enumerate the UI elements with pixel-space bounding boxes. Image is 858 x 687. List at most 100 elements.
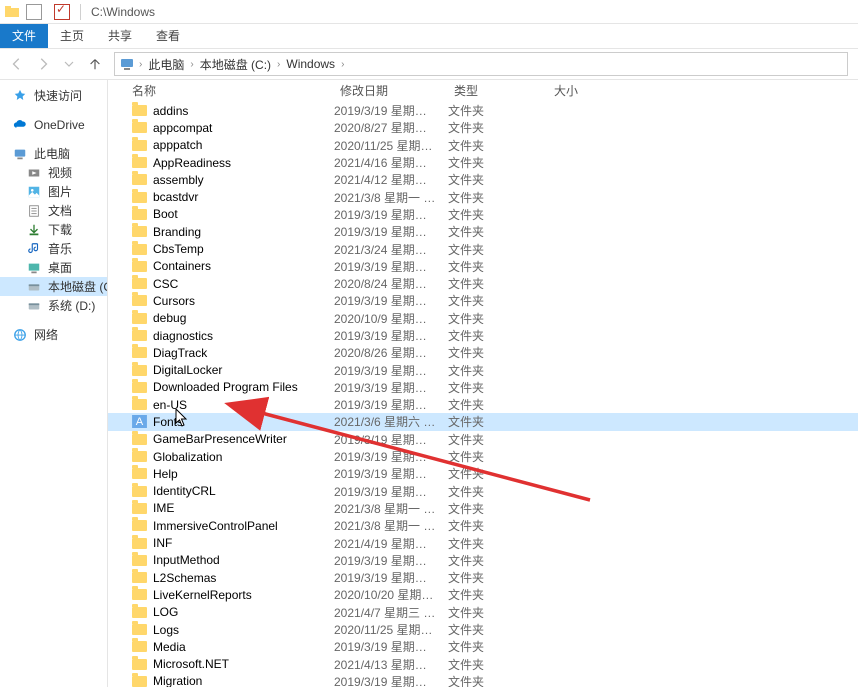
breadcrumb[interactable]: › 此电脑 › 本地磁盘 (C:) › Windows › — [114, 52, 848, 76]
sidebar-item[interactable]: 视频 — [0, 163, 107, 182]
file-row[interactable]: appcompat2020/8/27 星期四 8:47文件夹 — [108, 119, 858, 136]
file-row[interactable]: bcastdvr2021/3/8 星期一 8:17文件夹 — [108, 188, 858, 205]
nav-forward-button[interactable] — [32, 53, 54, 75]
ribbon-tabs: 文件主页共享查看 — [0, 24, 858, 48]
folder-icon — [132, 157, 147, 168]
column-header-type[interactable]: 类型 — [448, 80, 478, 102]
file-name: DigitalLocker — [153, 363, 222, 377]
file-date: 2020/11/25 星期三 1... — [334, 137, 436, 154]
file-name: Logs — [153, 623, 179, 637]
file-row[interactable]: DigitalLocker2019/3/19 星期二 19:...文件夹 — [108, 361, 858, 378]
sidebar-item[interactable]: 桌面 — [0, 258, 107, 277]
file-row[interactable]: ImmersiveControlPanel2021/3/8 星期一 8:17文件… — [108, 517, 858, 534]
file-row[interactable]: GameBarPresenceWriter2019/3/19 星期二 12:..… — [108, 431, 858, 448]
file-row[interactable]: assembly2021/4/12 星期一 14:...文件夹 — [108, 171, 858, 188]
nav-back-button[interactable] — [6, 53, 28, 75]
drive-icon — [26, 279, 42, 295]
separator — [80, 4, 81, 20]
file-row[interactable]: CSC2020/8/24 星期一 10:...文件夹 — [108, 275, 858, 292]
drive-icon — [26, 241, 42, 257]
file-row[interactable]: CbsTemp2021/3/24 星期三 10:...文件夹 — [108, 240, 858, 257]
sidebar-label: OneDrive — [34, 118, 85, 132]
file-row[interactable]: apppatch2020/11/25 星期三 1...文件夹 — [108, 137, 858, 154]
file-list[interactable]: addins2019/3/19 星期二 12:...文件夹appcompat20… — [108, 102, 858, 687]
sidebar-item[interactable]: 图片 — [0, 182, 107, 201]
file-row[interactable]: Branding2019/3/19 星期二 12:...文件夹 — [108, 223, 858, 240]
file-date: 2019/3/19 星期二 12:... — [334, 223, 436, 240]
file-row[interactable]: Help2019/3/19 星期二 19:...文件夹 — [108, 465, 858, 482]
column-header-size[interactable]: 大小 — [548, 80, 578, 102]
file-date: 2019/3/19 星期二 12:... — [334, 483, 436, 500]
file-name: assembly — [153, 173, 204, 187]
file-row[interactable]: InputMethod2019/3/19 星期二 12:...文件夹 — [108, 552, 858, 569]
folder-icon — [132, 555, 147, 566]
sidebar-label: 下载 — [48, 221, 72, 238]
file-date: 2021/4/16 星期五 10:... — [334, 154, 436, 171]
file-row[interactable]: addins2019/3/19 星期二 12:...文件夹 — [108, 102, 858, 119]
main-area: 快速访问 OneDrive 此电脑 视频图片文档下载音乐桌面本地磁盘 (C:)系… — [0, 80, 858, 687]
file-row[interactable]: en-US2019/3/19 星期二 19:...文件夹 — [108, 396, 858, 413]
ribbon-tab-主页[interactable]: 主页 — [48, 24, 96, 48]
folder-icon — [132, 641, 147, 652]
chevron-right-icon: › — [275, 59, 282, 70]
nav-dropdown-button[interactable] — [58, 53, 80, 75]
file-row[interactable]: L2Schemas2019/3/19 星期二 12:...文件夹 — [108, 569, 858, 586]
folder-icon — [132, 399, 147, 410]
file-name: IdentityCRL — [153, 484, 216, 498]
breadcrumb-item[interactable]: Windows — [282, 57, 339, 71]
file-date: 2019/3/19 星期二 12:... — [334, 638, 436, 655]
file-row[interactable]: DiagTrack2020/8/26 星期三 18:...文件夹 — [108, 344, 858, 361]
file-row[interactable]: LOG2021/4/7 星期三 16:15文件夹 — [108, 604, 858, 621]
qat-checkbox-1[interactable] — [26, 4, 42, 20]
file-type: 文件夹 — [448, 431, 484, 448]
file-row[interactable]: AppReadiness2021/4/16 星期五 10:...文件夹 — [108, 154, 858, 171]
file-row[interactable]: INF2021/4/19 星期一 14:...文件夹 — [108, 534, 858, 551]
file-row[interactable]: Containers2019/3/19 星期二 20:...文件夹 — [108, 258, 858, 275]
sidebar-quick-access[interactable]: 快速访问 — [0, 86, 107, 105]
file-name: debug — [153, 311, 186, 325]
folder-icon — [132, 140, 147, 151]
file-type: 文件夹 — [448, 500, 484, 517]
ribbon-tab-共享[interactable]: 共享 — [96, 24, 144, 48]
column-header-name[interactable]: 名称 — [126, 80, 156, 102]
file-date: 2021/3/8 星期一 8:17 — [334, 500, 436, 517]
sidebar-onedrive[interactable]: OneDrive — [0, 115, 107, 134]
breadcrumb-item[interactable]: 本地磁盘 (C:) — [196, 56, 275, 73]
file-row[interactable]: IdentityCRL2019/3/19 星期二 12:...文件夹 — [108, 483, 858, 500]
file-row[interactable]: Cursors2019/3/19 星期二 12:...文件夹 — [108, 292, 858, 309]
file-row[interactable]: Boot2019/3/19 星期二 12:...文件夹 — [108, 206, 858, 223]
file-date: 2021/4/19 星期一 14:... — [334, 535, 436, 552]
column-header-date[interactable]: 修改日期 — [334, 80, 388, 102]
file-row[interactable]: debug2020/10/9 星期五 15:...文件夹 — [108, 310, 858, 327]
sidebar-label: 视频 — [48, 164, 72, 181]
file-type: 文件夹 — [448, 344, 484, 361]
file-row[interactable]: LiveKernelReports2020/10/20 星期二 1...文件夹 — [108, 586, 858, 603]
nav-up-button[interactable] — [84, 53, 106, 75]
file-row[interactable]: Globalization2019/3/19 星期二 12:...文件夹 — [108, 448, 858, 465]
file-row[interactable]: IME2021/3/8 星期一 8:17文件夹 — [108, 500, 858, 517]
folder-icon — [132, 538, 147, 549]
file-row[interactable]: Media2019/3/19 星期二 12:...文件夹 — [108, 638, 858, 655]
sidebar-item[interactable]: 本地磁盘 (C:) — [0, 277, 107, 296]
sidebar-item[interactable]: 下载 — [0, 220, 107, 239]
file-row[interactable]: Migration2019/3/19 星期二 19:...文件夹 — [108, 673, 858, 687]
file-row[interactable]: Microsoft.NET2021/4/13 星期二 15:...文件夹 — [108, 656, 858, 673]
sidebar-this-pc[interactable]: 此电脑 — [0, 144, 107, 163]
sidebar-item[interactable]: 文档 — [0, 201, 107, 220]
sidebar-network[interactable]: 网络 — [0, 325, 107, 344]
file-row[interactable]: AFonts2021/3/6 星期六 8:42文件夹 — [108, 413, 858, 430]
file-name: Containers — [153, 259, 211, 273]
file-row[interactable]: Downloaded Program Files2019/3/19 星期二 12… — [108, 379, 858, 396]
breadcrumb-item[interactable]: 此电脑 — [144, 56, 188, 73]
qat-checkbox-2[interactable] — [54, 4, 70, 20]
file-name: Migration — [153, 674, 202, 687]
sidebar-item[interactable]: 系统 (D:) — [0, 296, 107, 315]
navigation-pane: 快速访问 OneDrive 此电脑 视频图片文档下载音乐桌面本地磁盘 (C:)系… — [0, 80, 108, 687]
file-row[interactable]: Logs2020/11/25 星期三 1...文件夹 — [108, 621, 858, 638]
file-name: Cursors — [153, 294, 195, 308]
ribbon-tab-文件[interactable]: 文件 — [0, 24, 48, 48]
sidebar-item[interactable]: 音乐 — [0, 239, 107, 258]
file-row[interactable]: diagnostics2019/3/19 星期二 12:...文件夹 — [108, 327, 858, 344]
folder-icon — [132, 209, 147, 220]
ribbon-tab-查看[interactable]: 查看 — [144, 24, 192, 48]
